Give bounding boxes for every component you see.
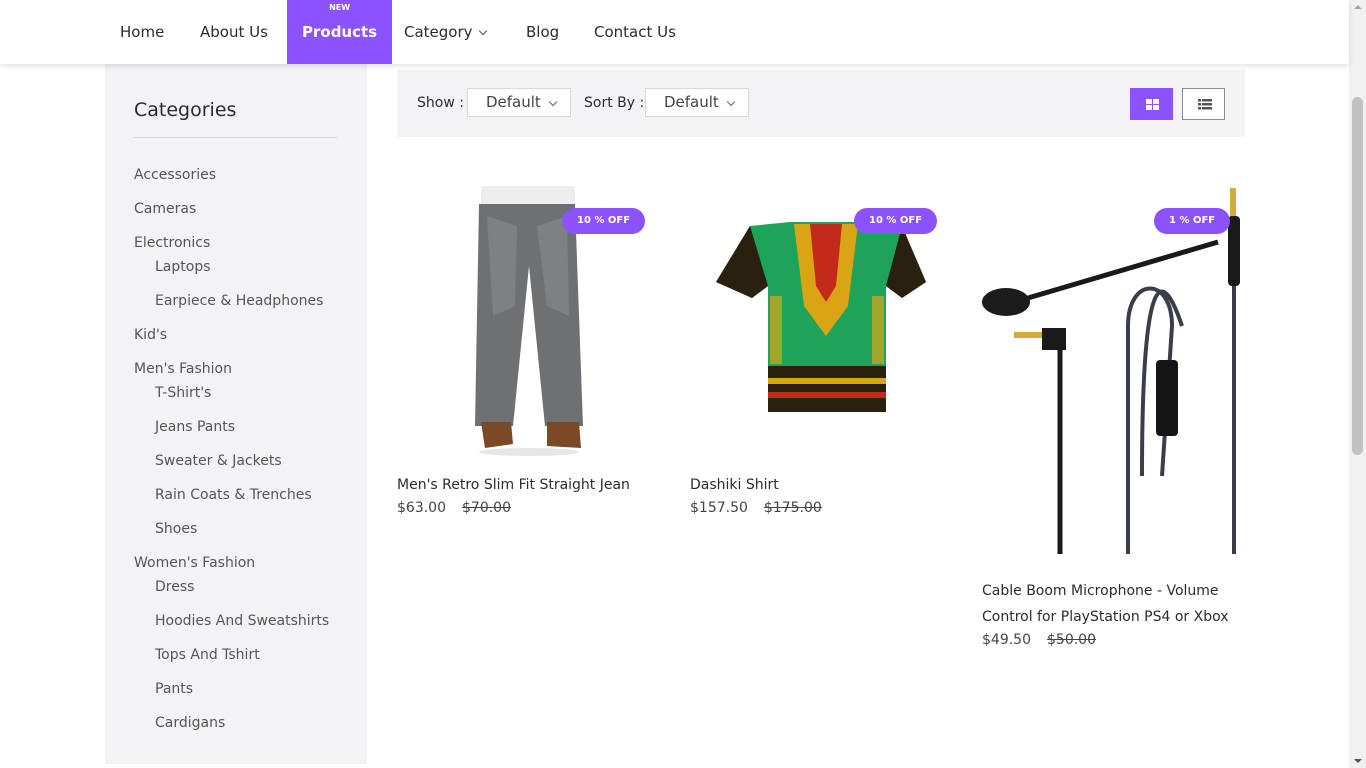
category-kids[interactable]: Kid's: [134, 327, 167, 343]
new-badge: NEW: [329, 3, 351, 12]
chevron-down-icon: [726, 97, 736, 107]
show-select[interactable]: Default: [467, 88, 571, 117]
list-view-button[interactable]: [1182, 88, 1225, 120]
category-electronics[interactable]: Electronics: [134, 235, 210, 251]
product-price: $157.50 $175.00: [690, 500, 822, 516]
product-title-line-1[interactable]: Cable Boom Microphone - Volume: [982, 578, 1219, 604]
original-price: $175.00: [763, 500, 822, 516]
scroll-down-arrow-icon[interactable]: [1354, 759, 1362, 763]
scroll-up-arrow-icon[interactable]: [1354, 5, 1362, 9]
sort-by-label: Sort By :: [584, 95, 645, 111]
category-hoodies[interactable]: Hoodies And Sweatshirts: [155, 613, 329, 629]
category-accessories[interactable]: Accessories: [134, 167, 216, 183]
discount-badge: 10 % OFF: [854, 208, 938, 234]
nav-category-label: Category: [404, 23, 473, 41]
sidebar-divider: [134, 137, 337, 138]
category-sweater-jackets[interactable]: Sweater & Jackets: [155, 453, 282, 469]
show-label: Show :: [417, 95, 464, 111]
category-mens-fashion[interactable]: Men's Fashion: [134, 361, 232, 377]
grid-view-button[interactable]: [1130, 88, 1173, 120]
current-price: $49.50: [982, 632, 1031, 648]
show-select-value: Default: [486, 93, 541, 111]
discount-badge: 1 % OFF: [1154, 208, 1231, 234]
product-price: $49.50 $50.00: [982, 632, 1096, 648]
page-scrollbar[interactable]: [1349, 0, 1366, 768]
sidebar-title: Categories: [134, 99, 237, 121]
current-price: $157.50: [690, 500, 748, 516]
category-laptops[interactable]: Laptops: [155, 259, 211, 275]
grid-icon: [1146, 99, 1159, 110]
nav-category[interactable]: Category: [404, 0, 487, 64]
category-t-shirts[interactable]: T-Shirt's: [155, 385, 211, 401]
category-cardigans[interactable]: Cardigans: [155, 715, 225, 731]
category-tops-tshirt[interactable]: Tops And Tshirt: [155, 647, 260, 663]
product-title[interactable]: Men's Retro Slim Fit Straight Jean: [397, 472, 630, 498]
chevron-down-icon: [478, 26, 487, 36]
product-card[interactable]: 10 % OFF Men's Retro Slim Fit Straight J…: [397, 186, 659, 526]
discount-badge: 10 % OFF: [562, 208, 646, 234]
category-pants[interactable]: Pants: [155, 681, 193, 697]
sort-by-select[interactable]: Default: [645, 88, 749, 117]
product-title[interactable]: Dashiki Shirt: [690, 472, 779, 498]
product-card[interactable]: 1 % OFF Cable Boom Microphone - Volume C…: [982, 186, 1244, 656]
nav-products[interactable]: NEW Products: [287, 0, 393, 64]
category-cameras[interactable]: Cameras: [134, 201, 196, 217]
category-womens-fashion[interactable]: Women's Fashion: [134, 555, 255, 571]
category-dress[interactable]: Dress: [155, 579, 194, 595]
top-navigation: Home About Us NEW Products Category Blog…: [0, 0, 1349, 64]
product-title-line-2[interactable]: Control for PlayStation PS4 or Xbox: [982, 604, 1229, 630]
original-price: $70.00: [462, 500, 511, 516]
category-shoes[interactable]: Shoes: [155, 521, 197, 537]
category-earpiece-headphones[interactable]: Earpiece & Headphones: [155, 293, 323, 309]
nav-home[interactable]: Home: [120, 0, 164, 64]
listing-toolbar: Show : Default Sort By : Default: [397, 70, 1245, 137]
original-price: $50.00: [1047, 632, 1096, 648]
category-jeans-pants[interactable]: Jeans Pants: [155, 419, 235, 435]
chevron-down-icon: [548, 97, 558, 107]
category-rain-coats[interactable]: Rain Coats & Trenches: [155, 487, 312, 503]
nav-contact-us[interactable]: Contact Us: [594, 0, 676, 64]
nav-blog[interactable]: Blog: [526, 0, 559, 64]
scrollbar-thumb[interactable]: [1352, 97, 1363, 455]
sort-select-value: Default: [664, 93, 719, 111]
list-icon: [1198, 99, 1212, 110]
nav-about-us[interactable]: About Us: [200, 0, 268, 64]
categories-sidebar: Categories Accessories Cameras Electroni…: [105, 64, 367, 764]
product-price: $63.00 $70.00: [397, 500, 511, 516]
product-image-microphone[interactable]: [982, 186, 1244, 558]
current-price: $63.00: [397, 500, 446, 516]
product-card[interactable]: 10 % OFF Dashiki Shirt $157.50 $175.00: [690, 186, 952, 526]
